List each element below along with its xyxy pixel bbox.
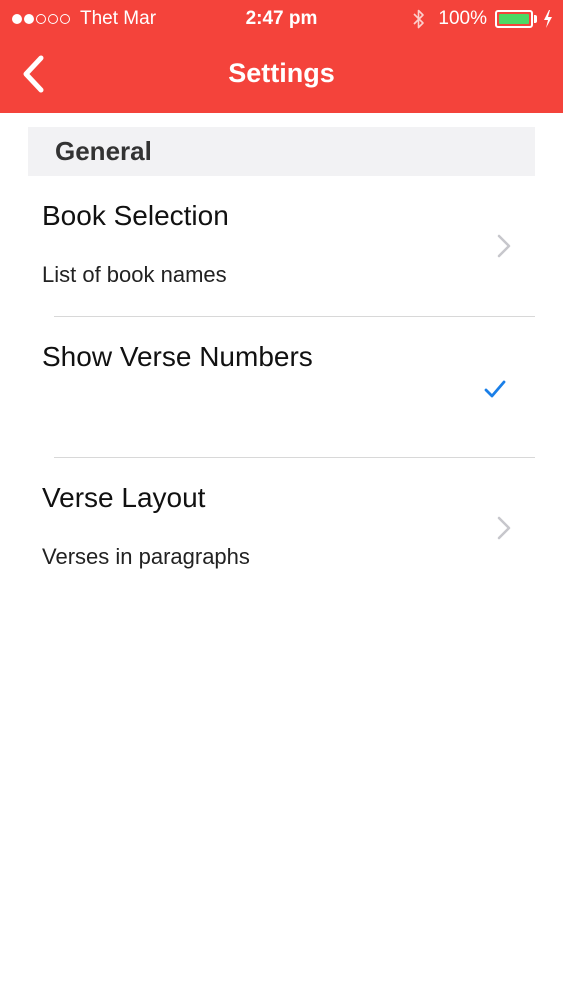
battery-percent: 100%: [438, 8, 487, 29]
page-title: Settings: [228, 58, 335, 88]
top-bar: Thet Mar 2:47 pm 100% Settings: [0, 0, 563, 113]
book-selection-title: Book Selection: [42, 200, 229, 231]
nav-bar: Settings: [0, 38, 563, 113]
battery-icon: [495, 10, 537, 28]
show-verse-numbers-title: Show Verse Numbers: [42, 341, 313, 372]
show-verse-numbers-row[interactable]: Show Verse Numbers: [0, 317, 563, 458]
verse-layout-title: Verse Layout: [42, 482, 206, 513]
verse-layout-subtitle: Verses in paragraphs: [42, 544, 250, 569]
verse-layout-row[interactable]: Verse Layout Verses in paragraphs: [0, 458, 563, 599]
book-selection-row[interactable]: Book Selection List of book names: [0, 176, 563, 317]
chevron-right-icon: [497, 516, 511, 540]
chevron-right-icon: [497, 234, 511, 258]
status-bar: Thet Mar 2:47 pm 100%: [0, 0, 563, 38]
charging-bolt-icon: [544, 10, 552, 28]
book-selection-subtitle: List of book names: [42, 262, 227, 287]
checkmark-icon: [484, 380, 506, 398]
bluetooth-icon: [413, 9, 425, 29]
status-right: 100%: [412, 8, 553, 30]
section-header-label: General: [55, 136, 152, 166]
section-header-general: General: [28, 127, 535, 176]
